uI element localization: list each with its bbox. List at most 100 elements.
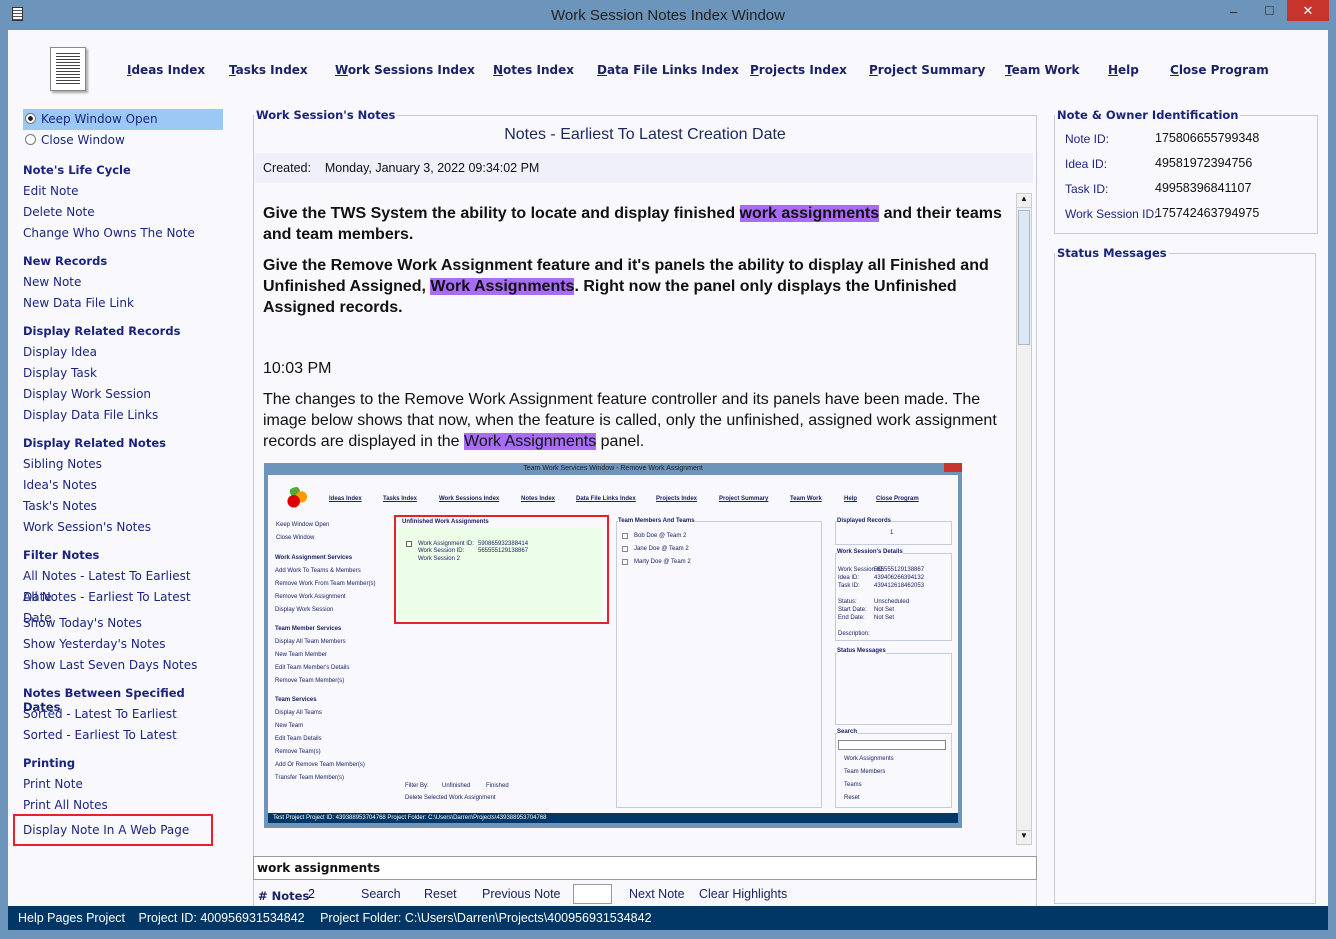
embedded-displayed-panel (835, 521, 952, 545)
status-messages-legend: Status Messages (1057, 246, 1167, 260)
sidebar-item-change-who-owns-the-note[interactable]: Change Who Owns The Note (23, 223, 223, 244)
embedded-filter: Filter By: (405, 783, 429, 789)
nav-data-file-links-index[interactable]: Data File Links Index (597, 63, 739, 77)
e: Displayed Records (837, 518, 892, 524)
owner-label: Task ID: (1065, 182, 1109, 196)
search-button[interactable]: Search (361, 887, 401, 901)
sidebar: Keep Window Open Close Window Note's Life … (13, 109, 223, 846)
sidebar-item-display-task[interactable]: Display Task (23, 363, 223, 384)
sidebar-item-display-data-file-links[interactable]: Display Data File Links (23, 405, 223, 426)
sidebar-item-display-note-in-a-web-page[interactable]: Display Note In A Web Page (13, 814, 213, 846)
radio-close-window[interactable]: Close Window (23, 130, 223, 151)
sidebar-item-all-notes-earliest-to-latest-date[interactable]: All Notes - Earliest To Latest Date (23, 587, 223, 625)
owner-label: Idea ID: (1065, 157, 1108, 171)
nav-ideas-index[interactable]: Ideas Index (127, 63, 205, 77)
embedded-nav-item: Data File Links Index (576, 496, 636, 502)
sidebar-item-show-yesterday-s-notes[interactable]: Show Yesterday's Notes (23, 634, 223, 655)
created-row: Created: Monday, January 3, 2022 09:34:0… (255, 153, 1033, 183)
sidebar-item-task-s-notes[interactable]: Task's Notes (23, 496, 223, 517)
sidebar-item-work-session-s-notes[interactable]: Work Session's Notes (23, 517, 223, 538)
embedded-status-panel (835, 653, 952, 725)
embedded-side-header: Work Assignment Services (275, 555, 353, 561)
sidebar-item-sorted-earliest-to-latest[interactable]: Sorted - Earliest To Latest (23, 725, 223, 746)
embedded-statusbar: Test Project Project ID: 439388953704768… (268, 813, 958, 823)
e: 439406266394132 (874, 575, 925, 581)
note-time: 10:03 PM (263, 360, 332, 377)
embedded-delete: Delete Selected Work Assignment (405, 795, 496, 801)
sidebar-item-delete-note[interactable]: Delete Note (23, 202, 223, 223)
embedded-members-legend: Team Members And Teams (618, 518, 695, 524)
nav-work-sessions-index[interactable]: Work Sessions Index (335, 63, 475, 77)
embedded-unfinished: Unfinished (442, 783, 471, 789)
sidebar-item-display-work-session[interactable]: Display Work Session (23, 384, 223, 405)
radio-label: Close Window (41, 133, 125, 147)
sidebar-item-idea-s-notes[interactable]: Idea's Notes (23, 475, 223, 496)
sidebar-item-edit-note[interactable]: Edit Note (23, 181, 223, 202)
embedded-side-item: Transfer Team Member(s) (275, 775, 345, 781)
nav-team-work[interactable]: Team Work (1005, 63, 1079, 77)
sidebar-item-all-notes-latest-to-earliest-date[interactable]: All Notes - Latest To Earliest Date (23, 566, 223, 604)
sidebar-item-new-data-file-link[interactable]: New Data File Link (23, 293, 223, 314)
owner-value: 175806655799348 (1155, 131, 1260, 145)
e: Search (837, 729, 858, 735)
nav-projects-index[interactable]: Projects Index (750, 63, 847, 77)
note-scrollbar[interactable]: ▲ ▼ (1016, 193, 1032, 845)
embedded-checkbox (406, 541, 412, 547)
scrollbar-thumb[interactable] (1018, 210, 1030, 345)
owner-value: 49581972394756 (1155, 156, 1253, 170)
search-highlight: Work Assignments (464, 433, 597, 450)
minimize-button[interactable]: ‒ (1230, 4, 1237, 19)
note-number-input[interactable] (573, 884, 612, 904)
sidebar-item-show-today-s-notes[interactable]: Show Today's Notes (23, 613, 223, 634)
section-header: Filter Notes (23, 548, 100, 562)
nav-close-program[interactable]: Close Program (1170, 63, 1269, 77)
embedded-unfinished-legend: Unfinished Work Assignments (402, 519, 489, 525)
section-header: Notes Between Specified Dates (23, 686, 185, 714)
embedded-finished: Finished (486, 783, 509, 789)
search-input[interactable]: work assignments (253, 856, 1037, 880)
embedded-nav-item: Notes Index (521, 496, 556, 502)
owner-value: 175742463794975 (1155, 206, 1260, 220)
embedded-side-item: Edit Team Details (275, 736, 322, 742)
nav-notes-index[interactable]: Notes Index (493, 63, 574, 77)
clear-highlights-button[interactable]: Clear Highlights (699, 887, 787, 901)
nav-help[interactable]: Help (1108, 63, 1139, 77)
embedded-screenshot-image: Team Work Services Window - Remove Work … (264, 463, 962, 828)
notes-panel-legend: Work Session's Notes (256, 108, 396, 122)
sidebar-item-sorted-latest-to-earliest[interactable]: Sorted - Latest To Earliest (23, 704, 223, 725)
nav-tasks-index[interactable]: Tasks Index (229, 63, 308, 77)
sidebar-item-print-note[interactable]: Print Note (23, 774, 223, 795)
embedded-side-item: Edit Team Member's Details (275, 665, 350, 671)
embedded-member-checkbox (622, 533, 628, 539)
embedded-nav-item: Ideas Index (329, 496, 362, 502)
embedded-side-header: Team Services (275, 697, 317, 703)
section-header: Display Related Records (23, 324, 181, 338)
embedded-radio: Close Window (276, 535, 315, 541)
sidebar-item-print-all-notes[interactable]: Print All Notes (23, 795, 223, 816)
sidebar-item-show-last-seven-days-notes[interactable]: Show Last Seven Days Notes (23, 655, 223, 676)
created-value: Monday, January 3, 2022 09:34:02 PM (324, 161, 540, 175)
embedded-close-icon (944, 463, 962, 472)
nav-project-summary[interactable]: Project Summary (869, 63, 985, 77)
title-bar: Work Session Notes Index Window ‒ □ ✕ (0, 0, 1336, 30)
maximize-button[interactable]: □ (1265, 2, 1273, 18)
next-note-button[interactable]: Next Note (629, 887, 685, 901)
close-button[interactable]: ✕ (1287, 0, 1329, 21)
sidebar-item-sibling-notes[interactable]: Sibling Notes (23, 454, 223, 475)
radio-keep-window-open[interactable]: Keep Window Open (23, 109, 223, 130)
a: Work Assignment ID: (418, 541, 474, 547)
sidebar-item-new-note[interactable]: New Note (23, 272, 223, 293)
embedded-nav-item: Projects Index (656, 496, 698, 502)
owner-label: Note ID: (1065, 132, 1110, 146)
notes-document-icon (50, 47, 86, 91)
embedded-side-item: Display Work Session (275, 607, 334, 613)
embedded-nav-item: Work Sessions Index (439, 496, 500, 502)
previous-note-button[interactable]: Previous Note (482, 887, 561, 901)
embedded-side-header: Team Member Services (275, 626, 342, 632)
embedded-nav-item: Help (844, 496, 858, 502)
e: Not Set (874, 607, 895, 613)
e: 439412618462053 (874, 583, 925, 589)
sidebar-item-display-idea[interactable]: Display Idea (23, 342, 223, 363)
a: Work Session ID: (418, 548, 465, 554)
reset-button[interactable]: Reset (424, 887, 457, 901)
